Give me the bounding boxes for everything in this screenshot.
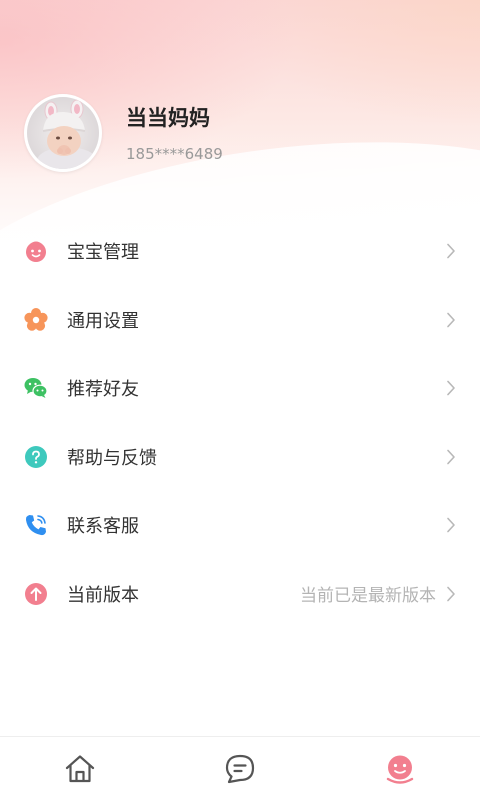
menu-item-label: 通用设置 <box>67 310 139 332</box>
menu-item-general-settings[interactable]: 通用设置 <box>0 286 480 355</box>
tab-profile[interactable] <box>340 737 460 800</box>
bottom-tab-bar <box>0 736 480 800</box>
flower-settings-icon <box>24 307 48 332</box>
menu-item-current-version[interactable]: 当前版本 当前已是最新版本 <box>0 560 480 629</box>
tab-messages[interactable] <box>180 737 300 800</box>
question-icon <box>24 445 48 469</box>
chevron-right-icon <box>447 243 455 259</box>
menu-item-label: 当前版本 <box>67 584 139 606</box>
chevron-right-icon <box>447 586 455 602</box>
phone-icon <box>24 513 48 537</box>
settings-menu: 宝宝管理 通用设置 推荐好友 帮助与反馈 联系客服 当前版本 当前已是最新版本 <box>0 217 480 628</box>
menu-item-label: 推荐好友 <box>67 379 139 401</box>
menu-item-help-feedback[interactable]: 帮助与反馈 <box>0 423 480 492</box>
menu-item-label: 帮助与反馈 <box>67 447 157 469</box>
menu-item-baby-management[interactable]: 宝宝管理 <box>0 217 480 286</box>
chevron-right-icon <box>447 517 455 533</box>
menu-item-label: 宝宝管理 <box>67 242 139 264</box>
wechat-icon <box>24 376 48 400</box>
chevron-right-icon <box>447 380 455 396</box>
profile-face-icon <box>386 755 414 784</box>
chevron-right-icon <box>447 449 455 465</box>
upgrade-arrow-icon <box>24 582 48 606</box>
chevron-right-icon <box>447 312 455 328</box>
profile-card[interactable]: 当当妈妈 185****6489 <box>24 94 223 172</box>
chat-icon <box>225 754 255 783</box>
home-icon <box>65 754 95 782</box>
menu-item-recommend-friends[interactable]: 推荐好友 <box>0 354 480 423</box>
profile-phone: 185****6489 <box>126 145 223 163</box>
menu-item-label: 联系客服 <box>67 516 139 538</box>
profile-info: 当当妈妈 185****6489 <box>126 103 223 163</box>
menu-item-contact-service[interactable]: 联系客服 <box>0 491 480 560</box>
avatar[interactable] <box>24 94 102 172</box>
version-status: 当前已是最新版本 <box>300 586 436 607</box>
profile-name: 当当妈妈 <box>126 106 210 130</box>
tab-home[interactable] <box>20 737 140 800</box>
profile-page: 当当妈妈 185****6489 宝宝管理 通用设置 推荐好友 帮助与反馈 联系… <box>0 0 480 800</box>
baby-photo-icon <box>27 97 99 169</box>
baby-face-icon <box>24 239 48 263</box>
